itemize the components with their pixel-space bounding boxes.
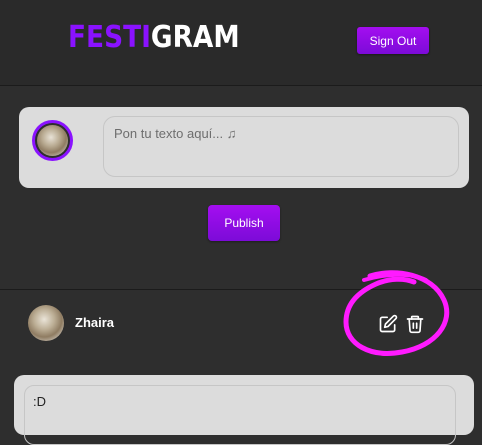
sign-out-button[interactable]: Sign Out [357, 27, 429, 54]
post-author-avatar [28, 305, 64, 341]
avatar-image [37, 125, 68, 156]
post-author-name: Zhaira [75, 315, 115, 330]
post-card: :D [14, 375, 474, 445]
section-divider [0, 289, 482, 290]
post-text-input[interactable]: Pon tu texto aquí... ♫ [103, 116, 459, 177]
logo-festi: FESTI [68, 20, 151, 55]
post-composer: Pon tu texto aquí... ♫ [19, 107, 469, 188]
post-content: :D [24, 385, 456, 445]
publish-button[interactable]: Publish [208, 205, 280, 241]
festigram-logo[interactable]: FESTIGRAM [68, 18, 240, 58]
top-header: FESTIGRAM Sign Out [0, 0, 482, 86]
logo-gram: GRAM [150, 20, 240, 55]
edit-icon[interactable] [377, 313, 399, 335]
trash-icon[interactable] [404, 313, 426, 335]
composer-avatar [32, 120, 73, 161]
